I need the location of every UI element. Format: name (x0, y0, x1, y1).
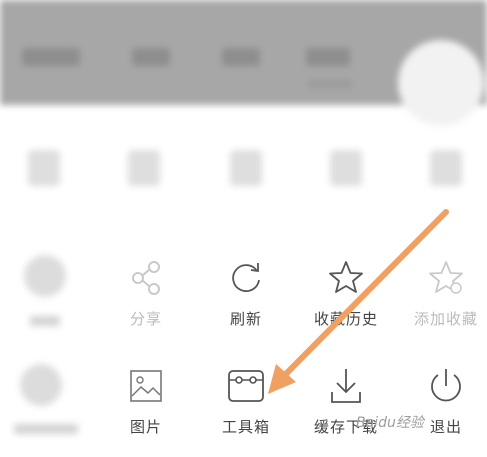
annotation-arrow (268, 209, 449, 394)
watermark: Baidu经验 (356, 415, 424, 431)
